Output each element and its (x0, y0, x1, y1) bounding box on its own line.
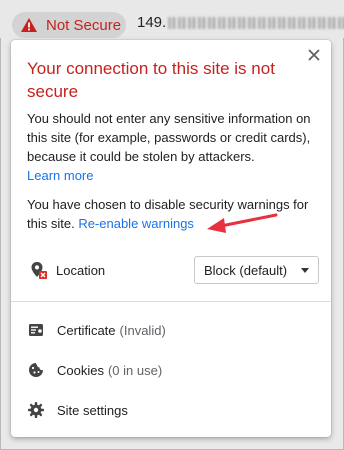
reenable-warnings-link[interactable]: Re-enable warnings (78, 216, 194, 231)
security-chip-label: Not Secure (46, 16, 122, 34)
section-divider (11, 301, 331, 302)
certificate-icon (29, 324, 43, 336)
cookies-label: Cookies (57, 362, 104, 378)
warning-paragraph: You should not enter any sensitive infor… (27, 109, 319, 185)
warning-text: You should not enter any sensitive infor… (27, 111, 311, 164)
certificate-row[interactable]: Certificate (Invalid) (27, 318, 317, 342)
url-redacted (168, 17, 344, 30)
address-bar: Not Secure 149. (0, 0, 344, 38)
cookie-icon (29, 363, 43, 377)
location-label: Location (56, 262, 106, 278)
warning-triangle-icon (21, 18, 37, 32)
learn-more-link[interactable]: Learn more (27, 168, 93, 183)
site-settings-label: Site settings (57, 402, 128, 418)
chevron-down-icon (301, 268, 309, 273)
location-blocked-icon (31, 262, 47, 279)
certificate-label: Certificate (57, 322, 116, 338)
location-permission-select[interactable]: Block (default) (194, 256, 319, 284)
url-visible-part: 149. (137, 14, 167, 31)
cookies-row[interactable]: Cookies (0 in use) (27, 358, 317, 382)
site-info-popup: Your connection to this site is not secu… (11, 40, 331, 437)
site-settings-row[interactable]: Site settings (27, 398, 317, 422)
location-permission-row: Location Block (default) (27, 254, 319, 286)
disabled-warnings-paragraph: You have chosen to disable security warn… (27, 195, 319, 233)
certificate-status: (Invalid) (119, 322, 166, 338)
location-select-value: Block (default) (204, 262, 288, 278)
gear-icon (28, 402, 44, 418)
security-chip[interactable]: Not Secure (12, 12, 126, 38)
cookies-status: (0 in use) (107, 362, 163, 378)
url-text[interactable]: 149. (137, 14, 344, 31)
popup-title: Your connection to this site is not secu… (27, 59, 275, 101)
close-icon[interactable] (305, 46, 323, 64)
